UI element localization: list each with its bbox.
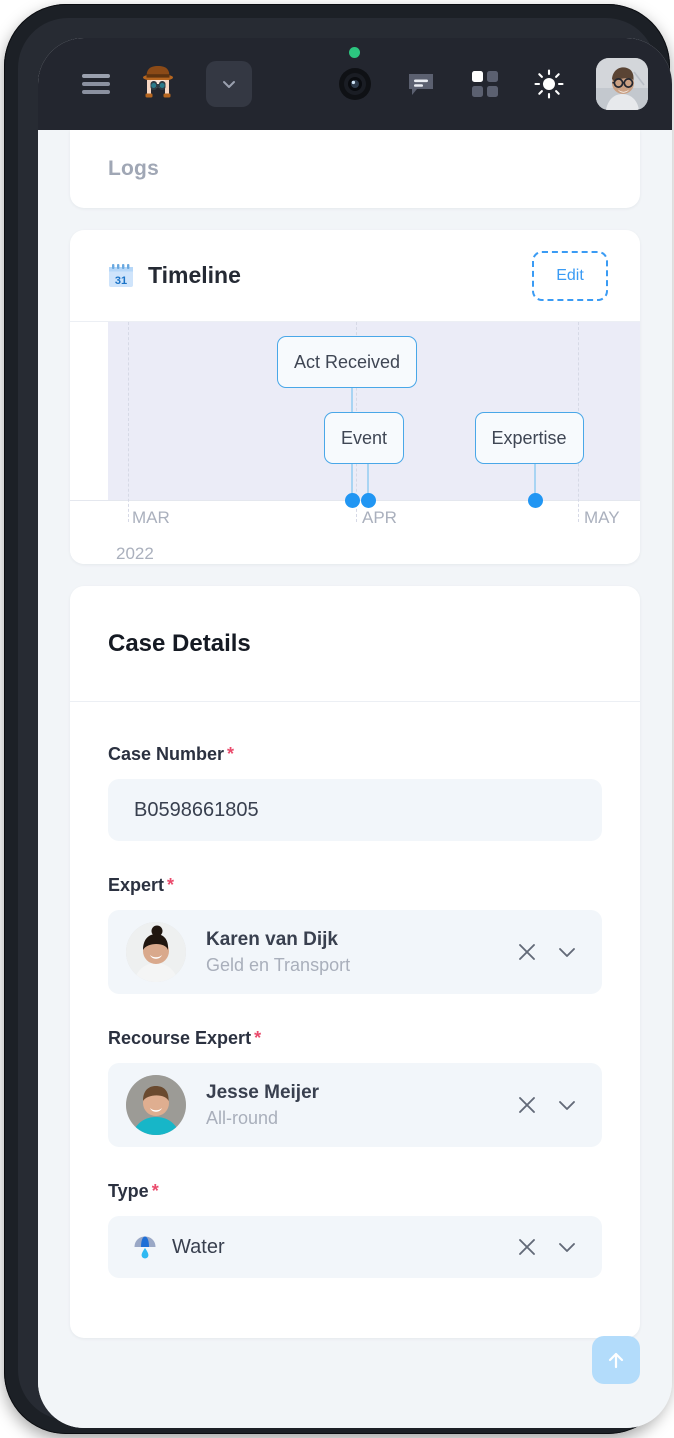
logs-card: Logs bbox=[70, 130, 640, 208]
recourse-expert-label: Recourse Expert * bbox=[108, 1028, 602, 1049]
phone-bezel: Logs 31 Timeline Edit MAR APR MAY Act Re… bbox=[18, 18, 672, 1428]
recourse-expert-select[interactable]: Jesse Meijer All-round bbox=[108, 1063, 602, 1147]
phone-frame: Logs 31 Timeline Edit MAR APR MAY Act Re… bbox=[4, 4, 672, 1434]
expert-select[interactable]: Karen van Dijk Geld en Transport bbox=[108, 910, 602, 994]
page-title: Case Details bbox=[108, 629, 251, 657]
edit-timeline-button[interactable]: Edit bbox=[532, 250, 608, 301]
case-number-input[interactable]: B0598661805 bbox=[108, 779, 602, 841]
sun-light-mode-icon[interactable] bbox=[534, 69, 564, 99]
type-label: Type * bbox=[108, 1181, 602, 1202]
field-expert: Expert * Karen van Dijk Geld en Transpor… bbox=[108, 875, 602, 994]
timeline-gridline bbox=[128, 322, 129, 522]
calendar-icon: 31 bbox=[108, 263, 134, 289]
recourse-expert-avatar bbox=[126, 1075, 186, 1135]
close-x-icon[interactable] bbox=[514, 1092, 540, 1118]
hamburger-menu-icon[interactable] bbox=[82, 74, 110, 94]
apps-grid-icon[interactable] bbox=[470, 69, 500, 99]
type-select[interactable]: Water bbox=[108, 1216, 602, 1278]
required-marker: * bbox=[254, 1028, 262, 1048]
required-marker: * bbox=[167, 875, 175, 895]
case-number-label: Case Number * bbox=[108, 744, 602, 765]
timeline-tick-label: MAY bbox=[584, 508, 620, 527]
timeline-tick-label: APR bbox=[362, 508, 397, 527]
timeline-chart[interactable]: MAR APR MAY Act Received Event Expertise 2022 bbox=[70, 322, 640, 564]
case-details-header: Case Details bbox=[70, 586, 640, 702]
expert-text: Karen van Dijk Geld en Transport bbox=[206, 929, 514, 976]
field-case-number: Case Number * B0598661805 bbox=[108, 744, 602, 841]
expert-avatar bbox=[126, 922, 186, 982]
required-marker: * bbox=[227, 744, 235, 764]
timeline-event-node[interactable]: Expertise bbox=[474, 412, 584, 464]
field-recourse-expert: Recourse Expert * Jesse Meijer All-round bbox=[108, 1028, 602, 1147]
type-value: Water bbox=[172, 1235, 225, 1258]
recourse-expert-role: All-round bbox=[206, 1107, 279, 1128]
detective-binoculars-logo[interactable] bbox=[136, 62, 180, 106]
timeline-year-label: 2022 bbox=[116, 544, 154, 563]
expert-name: Karen van Dijk bbox=[206, 928, 338, 950]
page-scroll-body[interactable]: Logs 31 Timeline Edit MAR APR MAY Act Re… bbox=[38, 130, 672, 1428]
field-type: Type * Water bbox=[108, 1181, 602, 1278]
top-navigation-bar bbox=[38, 38, 672, 130]
calendar-day-number: 31 bbox=[115, 275, 127, 287]
umbrella-rain-icon bbox=[132, 1234, 158, 1260]
timeline-event-dot[interactable] bbox=[527, 492, 543, 508]
expert-label: Expert * bbox=[108, 875, 602, 896]
arrow-up-icon bbox=[608, 1352, 624, 1369]
status-online-dot bbox=[349, 47, 360, 58]
case-details-card: Case Details Case Number * B0598661805 Ex… bbox=[70, 586, 640, 1338]
camera-lens-icon[interactable] bbox=[338, 47, 372, 101]
type-label-text: Type bbox=[108, 1181, 149, 1201]
close-x-icon[interactable] bbox=[514, 1234, 540, 1260]
chevron-down-icon bbox=[223, 81, 235, 88]
timeline-event-node[interactable]: Act Received bbox=[277, 336, 418, 388]
timeline-event-node[interactable]: Event bbox=[324, 412, 405, 464]
timeline-header: 31 Timeline Edit bbox=[70, 230, 640, 322]
chevron-down-icon[interactable] bbox=[554, 939, 580, 965]
timeline-tick-label: MAR bbox=[132, 508, 170, 527]
case-number-label-text: Case Number bbox=[108, 744, 225, 764]
close-x-icon[interactable] bbox=[514, 939, 540, 965]
user-avatar[interactable] bbox=[596, 58, 648, 110]
recourse-expert-text: Jesse Meijer All-round bbox=[206, 1082, 514, 1129]
case-details-form: Case Number * B0598661805 Expert * Karen… bbox=[70, 702, 640, 1278]
timeline-event-dot[interactable] bbox=[360, 492, 376, 508]
required-marker: * bbox=[151, 1181, 159, 1201]
phone-screen: Logs 31 Timeline Edit MAR APR MAY Act Re… bbox=[38, 38, 672, 1428]
timeline-title: Timeline bbox=[148, 262, 241, 288]
recourse-expert-label-text: Recourse Expert bbox=[108, 1028, 252, 1048]
navbar-dropdown-button[interactable] bbox=[206, 61, 252, 107]
chevron-down-icon[interactable] bbox=[554, 1234, 580, 1260]
recourse-expert-name: Jesse Meijer bbox=[206, 1081, 320, 1103]
timeline-event-dot[interactable] bbox=[344, 492, 360, 508]
chat-bubble-icon[interactable] bbox=[406, 69, 436, 99]
logs-title: Logs bbox=[108, 157, 159, 180]
scroll-to-top-button[interactable] bbox=[592, 1336, 640, 1384]
expert-role: Geld en Transport bbox=[206, 954, 351, 975]
chevron-down-icon[interactable] bbox=[554, 1092, 580, 1118]
timeline-card: 31 Timeline Edit MAR APR MAY Act Received Ev… bbox=[70, 230, 640, 564]
expert-label-text: Expert bbox=[108, 875, 165, 895]
